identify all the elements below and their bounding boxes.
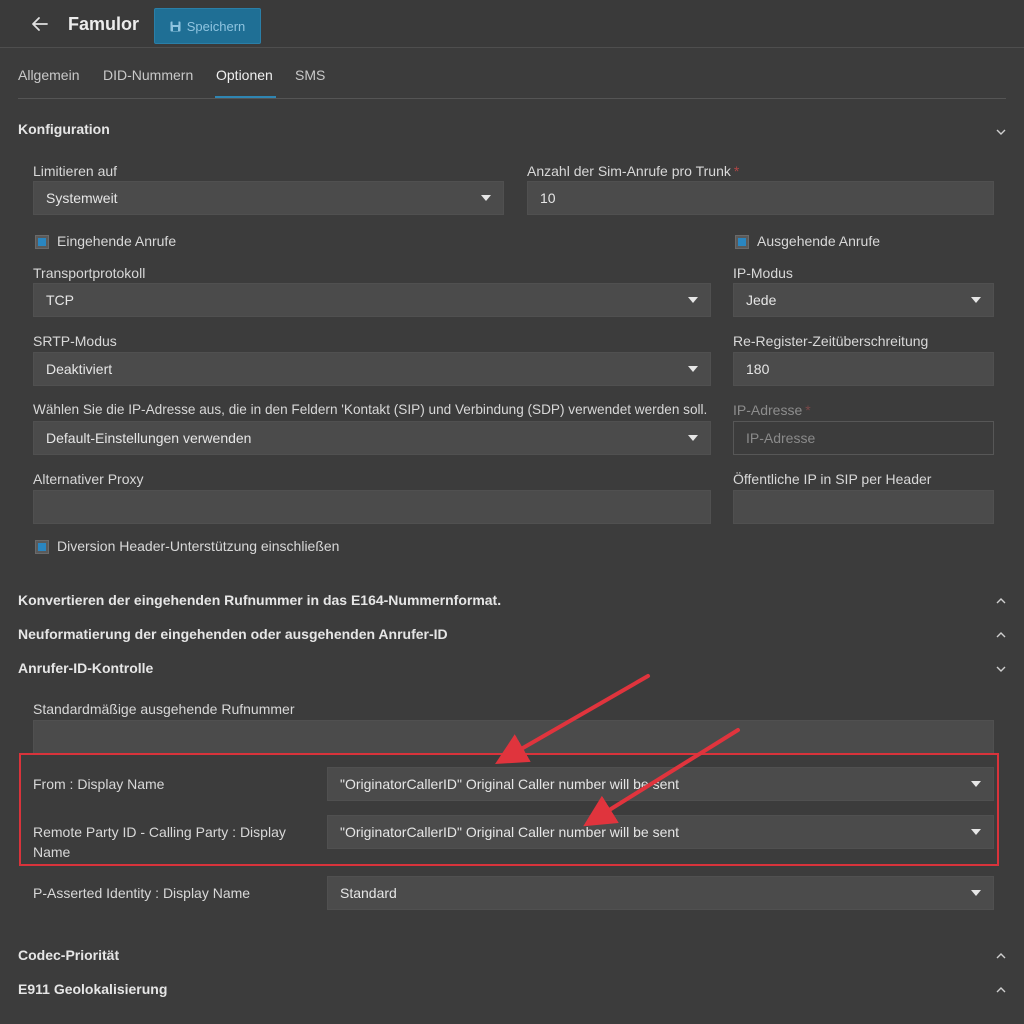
required-marker: * <box>805 402 811 418</box>
outgoing-calls-label: Ausgehende Anrufe <box>757 233 880 249</box>
rpid-display-name-select[interactable]: "OriginatorCallerID" Original Caller num… <box>327 815 994 849</box>
srtp-label: SRTP-Modus <box>33 333 117 349</box>
ip-address-label-text: IP-Adresse <box>733 402 803 418</box>
ip-select-value: Default-Einstellungen verwenden <box>46 430 252 446</box>
section-caller-id-control[interactable]: Anrufer-ID-Kontrolle <box>18 660 1008 682</box>
section-codec-priority[interactable]: Codec-Priorität <box>18 947 1008 969</box>
checkbox-checked-indicator <box>38 238 46 246</box>
ip-address-label: IP-Adresse * <box>733 402 811 418</box>
checkbox-checked-indicator <box>38 543 46 551</box>
pai-display-name-value: Standard <box>340 885 397 901</box>
incoming-calls-checkbox[interactable] <box>35 235 49 249</box>
save-button-label: Speichern <box>186 18 246 34</box>
ip-address-input[interactable] <box>733 421 994 455</box>
chevron-down-icon <box>996 129 1006 135</box>
default-outgoing-input[interactable] <box>33 720 994 754</box>
tab-did-nummern[interactable]: DID-Nummern <box>103 67 193 83</box>
srtp-select[interactable]: Deaktiviert <box>33 352 711 386</box>
chevron-up-icon <box>996 598 1006 604</box>
section-title: Neuformatierung der eingehenden oder aus… <box>18 626 448 642</box>
diversion-label: Diversion Header-Unterstützung einschlie… <box>57 538 340 554</box>
tab-bar: Allgemein DID-Nummern Optionen SMS <box>0 47 1024 99</box>
transport-select[interactable]: TCP <box>33 283 711 317</box>
tab-allgemein[interactable]: Allgemein <box>18 67 79 83</box>
reregister-label: Re-Register-Zeitüberschreitung <box>733 333 929 349</box>
incoming-calls-label: Eingehende Anrufe <box>57 233 177 249</box>
tab-optionen[interactable]: Optionen <box>216 67 273 83</box>
chevron-up-icon <box>996 953 1006 959</box>
ip-select-dropdown[interactable]: Default-Einstellungen verwenden <box>33 421 711 455</box>
section-title: Anrufer-ID-Kontrolle <box>18 660 154 676</box>
chevron-up-icon <box>996 632 1006 638</box>
dropdown-caret-icon <box>688 435 698 441</box>
dropdown-caret-icon <box>688 297 698 303</box>
sim-calls-label: Anzahl der Sim-Anrufe pro Trunk * <box>527 163 739 179</box>
section-title: Konvertieren der eingehenden Rufnummer i… <box>18 592 502 608</box>
sim-calls-input[interactable] <box>527 181 994 215</box>
dropdown-caret-icon <box>971 297 981 303</box>
rpid-label-line1: Remote Party ID - Calling Party : Displa… <box>33 824 286 840</box>
alt-proxy-label: Alternativer Proxy <box>33 471 144 487</box>
transport-select-value: TCP <box>46 292 74 308</box>
section-e911-geolocation[interactable]: E911 Geolokalisierung <box>18 981 1008 1003</box>
save-button[interactable]: Speichern <box>154 8 261 44</box>
tab-divider <box>18 98 1006 99</box>
from-display-name-select[interactable]: "OriginatorCallerID" Original Caller num… <box>327 767 994 801</box>
public-ip-input[interactable] <box>733 490 994 524</box>
default-outgoing-label: Standardmäßige ausgehende Rufnummer <box>33 701 295 717</box>
section-e164[interactable]: Konvertieren der eingehenden Rufnummer i… <box>18 592 1008 614</box>
rpid-label-line2: Name <box>33 844 71 860</box>
ip-mode-select[interactable]: Jede <box>733 283 994 317</box>
srtp-select-value: Deaktiviert <box>46 361 113 377</box>
dropdown-caret-icon <box>481 195 491 201</box>
ip-mode-select-value: Jede <box>746 292 777 308</box>
diversion-checkbox[interactable] <box>35 540 49 554</box>
tab-sms[interactable]: SMS <box>295 67 325 83</box>
limit-select-value: Systemweit <box>46 190 118 206</box>
limit-label: Limitieren auf <box>33 163 118 179</box>
from-display-name-label: From : Display Name <box>33 776 165 792</box>
reregister-input[interactable] <box>733 352 994 386</box>
sim-calls-label-text: Anzahl der Sim-Anrufe pro Trunk <box>527 163 731 179</box>
chevron-up-icon <box>996 987 1006 993</box>
dropdown-caret-icon <box>688 366 698 372</box>
back-arrow-icon[interactable] <box>28 12 52 36</box>
ip-select-label: Wählen Sie die IP-Adresse aus, die in de… <box>33 402 708 417</box>
section-title: Codec-Priorität <box>18 947 120 963</box>
floppy-disk-icon <box>170 21 181 31</box>
transport-label: Transportprotokoll <box>33 265 146 281</box>
dropdown-caret-icon <box>971 781 981 787</box>
public-ip-label: Öffentliche IP in SIP per Header <box>733 471 932 487</box>
limit-select[interactable]: Systemweit <box>33 181 504 215</box>
rpid-display-name-value: "OriginatorCallerID" Original Caller num… <box>340 824 680 840</box>
ip-mode-label: IP-Modus <box>733 265 793 281</box>
outgoing-calls-checkbox[interactable] <box>735 235 749 249</box>
from-display-name-value: "OriginatorCallerID" Original Caller num… <box>340 776 680 792</box>
checkbox-checked-indicator <box>738 238 746 246</box>
alt-proxy-input[interactable] <box>33 490 711 524</box>
pai-label: P-Asserted Identity : Display Name <box>33 885 251 901</box>
top-bar: Famulor Speichern <box>0 0 1024 48</box>
dropdown-caret-icon <box>971 829 981 835</box>
section-reformat-caller-id[interactable]: Neuformatierung der eingehenden oder aus… <box>18 626 1008 648</box>
chevron-down-icon <box>996 666 1006 672</box>
app-title: Famulor <box>68 14 140 34</box>
section-title: Konfiguration <box>18 121 110 137</box>
pai-display-name-select[interactable]: Standard <box>327 876 994 910</box>
required-marker: * <box>733 163 740 179</box>
dropdown-caret-icon <box>971 890 981 896</box>
section-title: E911 Geolokalisierung <box>18 981 168 997</box>
section-konfiguration[interactable]: Konfiguration <box>18 121 1008 143</box>
